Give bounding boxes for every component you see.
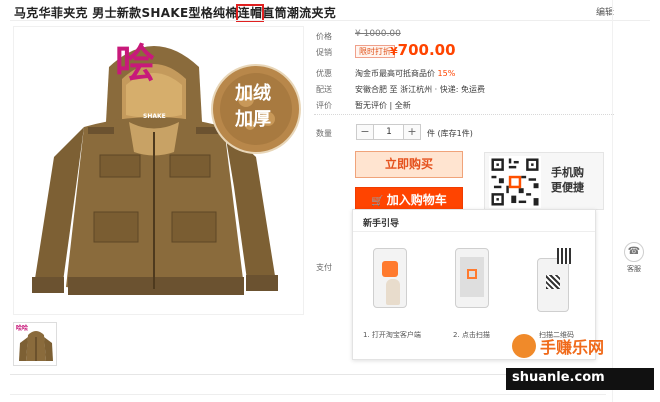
quantity-decrease-button[interactable]: − <box>356 124 374 140</box>
rating-text[interactable]: 暂无评价 | 全新 <box>355 100 411 111</box>
title-text-before: 马克华菲夹克 男士新款SHAKE型格纯棉 <box>14 6 238 20</box>
guide-qr-icon <box>557 248 573 264</box>
product-thumbnail[interactable]: 哙哙 <box>13 322 57 366</box>
shipping-text: 安徽合肥 至 浙江杭州 · 快递: 免运费 <box>355 85 485 94</box>
mobile-promo-line2: 更便捷 <box>551 181 584 194</box>
guide-step-2: 2. 点击扫描 <box>453 331 490 339</box>
step3-phone-icon <box>537 258 569 312</box>
product-title: 马克华菲夹克 男士新款SHAKE型格纯棉连帽直筒潮流夹克 <box>14 4 337 22</box>
product-photo[interactable]: 哙 加绒 加厚 SHAKE <box>13 26 304 315</box>
watermark-line1: 手赚乐网 <box>540 338 605 357</box>
quantity-label: 数量 <box>316 129 332 138</box>
benefit-text: 淘金币最高可抵商品价 15% <box>355 68 455 79</box>
title-text-after: 直筒潮流夹克 <box>262 6 337 20</box>
customer-service-button[interactable]: ☎ 客服 <box>620 242 648 274</box>
customer-service-label: 客服 <box>627 265 641 273</box>
add-to-cart-label: 加入购物车 <box>386 193 447 207</box>
guide-step-1: 1. 打开淘宝客户端 <box>363 331 421 339</box>
info-divider <box>314 114 614 115</box>
promo-badge: 限时打折 <box>355 45 395 58</box>
price-label: 价格 <box>316 32 332 41</box>
fleece-label-1: 加绒 <box>235 83 271 104</box>
scan-icon <box>467 269 477 279</box>
scan-qr-icon <box>546 275 560 289</box>
buy-now-button[interactable]: 立即购买 <box>355 151 463 178</box>
quantity-stock: 件 (库存1件) <box>427 129 473 138</box>
benefit-label: 优惠 <box>316 69 332 78</box>
site-watermark: 手赚乐网 shuanle.com <box>506 328 654 398</box>
price-value: 700.00 <box>397 41 456 59</box>
step2-phone-icon <box>455 248 489 308</box>
benefit-percent: 15% <box>437 69 456 78</box>
quantity-increase-button[interactable]: + <box>403 124 421 140</box>
guide-title: 新手引导 <box>363 219 400 229</box>
fleece-label-2: 加厚 <box>235 109 271 130</box>
mobile-promo-line1: 手机购 <box>551 166 584 179</box>
current-price: ¥700.00 <box>390 41 456 59</box>
original-price: ¥ 1000.00 <box>355 29 401 39</box>
hand-icon <box>386 279 400 305</box>
title-highlight: 连帽 <box>235 4 265 22</box>
promo-label: 促销 <box>316 48 332 57</box>
watermark-line2: shuanle.com <box>512 370 605 385</box>
collar-tag: SHAKE <box>143 113 166 120</box>
guide-divider <box>353 231 595 232</box>
payment-label: 支付 <box>316 263 332 272</box>
shipping-label: 配送 <box>316 85 332 94</box>
qr-code-icon <box>489 156 541 208</box>
step1-phone-icon <box>373 248 407 308</box>
mobile-qr-box[interactable]: 手机购 更便捷 <box>484 152 604 210</box>
taobao-app-icon <box>382 261 398 277</box>
benefit-description: 淘金币最高可抵商品价 <box>355 69 435 78</box>
rating-label: 评价 <box>316 101 332 110</box>
quantity-input[interactable]: 1 <box>374 124 404 140</box>
headset-icon: ☎ <box>624 242 644 262</box>
jacket-illustration <box>32 46 301 295</box>
currency-symbol: ¥ <box>390 45 398 58</box>
watermark-logo <box>512 334 536 358</box>
photo-stamp: 哙 <box>115 41 155 87</box>
thumbnail-stamp: 哙哙 <box>16 325 29 332</box>
header-divider <box>10 20 650 21</box>
mobile-promo-text: 手机购 更便捷 <box>551 165 597 195</box>
